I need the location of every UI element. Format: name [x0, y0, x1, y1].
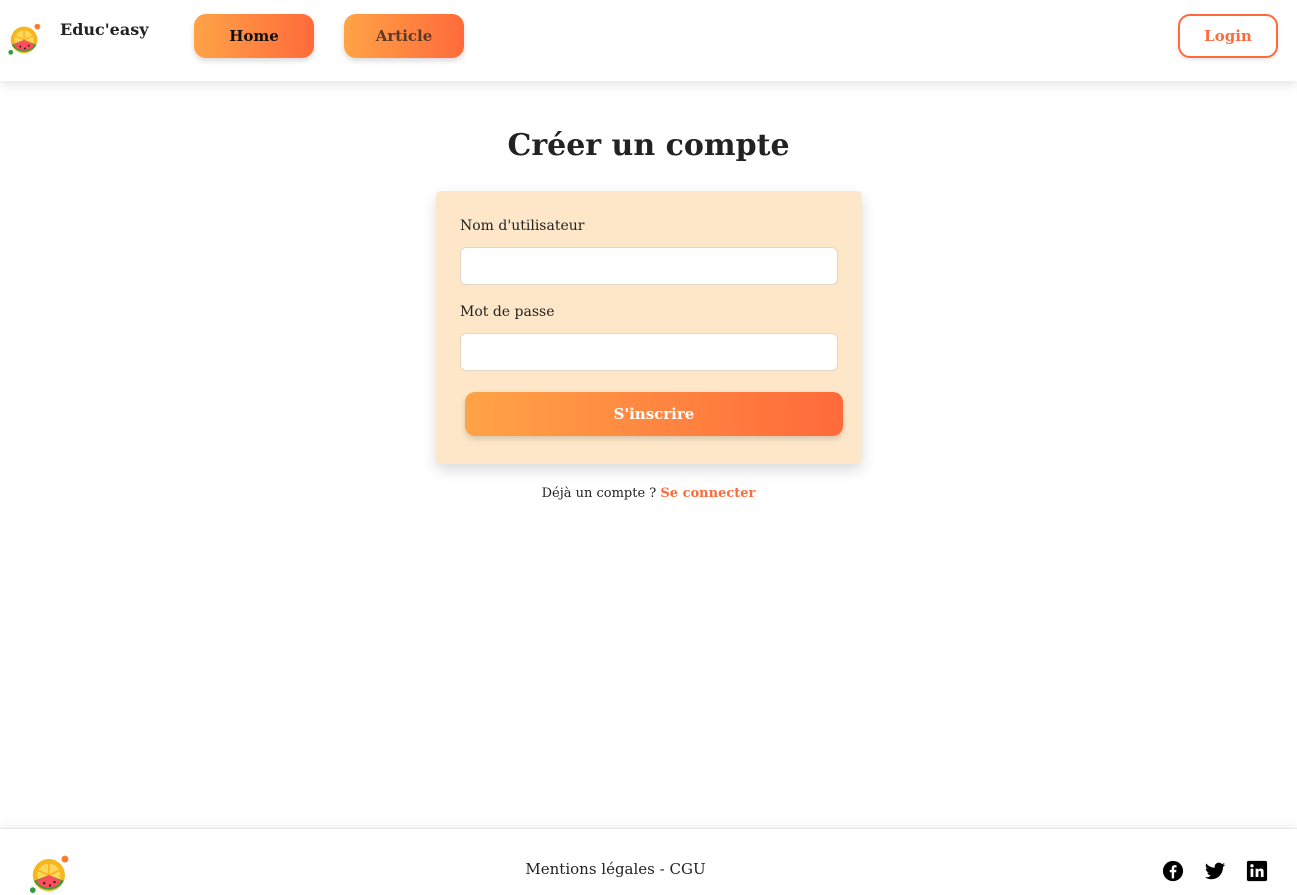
password-input[interactable] [460, 333, 838, 371]
register-form-card: Nom d'utilisateur Mot de passe S'inscrir… [436, 191, 862, 464]
nav-home-button[interactable]: Home [194, 14, 314, 58]
fruit-logo-icon[interactable] [6, 20, 44, 58]
nav-article-button[interactable]: Article [344, 14, 464, 58]
linkedin-icon[interactable] [1246, 860, 1268, 882]
signin-prompt-text: Déjà un compte ? [541, 486, 657, 501]
username-label: Nom d'utilisateur [460, 218, 585, 234]
register-button[interactable]: S'inscrire [465, 392, 843, 436]
password-label: Mot de passe [460, 304, 555, 320]
page-title: Créer un compte [507, 128, 790, 163]
login-button[interactable]: Login [1178, 14, 1278, 58]
facebook-icon[interactable] [1162, 860, 1184, 882]
twitter-icon[interactable] [1204, 860, 1226, 882]
brand-name: Educ'easy [60, 20, 149, 39]
signin-prompt-line: Déjà un compte ? Se connecter [0, 486, 1297, 501]
top-navbar: Educ'easy Home Article Login [0, 0, 1297, 81]
username-input[interactable] [460, 247, 838, 285]
footer-legal-links[interactable]: Mentions légales - CGU [0, 860, 1231, 878]
signin-link[interactable]: Se connecter [660, 486, 755, 501]
footer: Mentions légales - CGU [0, 828, 1297, 895]
